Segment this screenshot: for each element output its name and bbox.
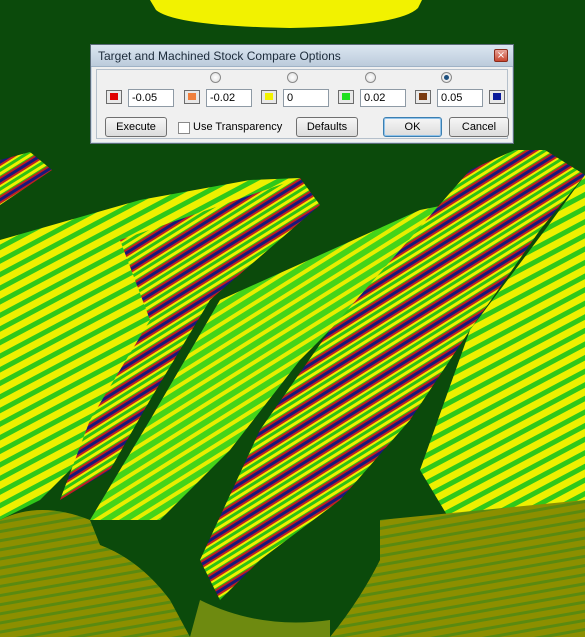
use-transparency-checkbox[interactable] (178, 122, 190, 134)
radio-option-4[interactable] (441, 72, 452, 83)
close-icon: × (496, 50, 506, 61)
ok-button[interactable]: OK (383, 117, 442, 137)
compare-options-dialog: Target and Machined Stock Compare Option… (90, 44, 514, 144)
swatch-4-color (342, 93, 350, 100)
tolerance-field-3[interactable]: 0 (283, 89, 329, 107)
close-button[interactable]: × (494, 49, 508, 62)
color-swatch-1[interactable] (106, 90, 122, 104)
color-swatch-5[interactable] (415, 90, 431, 104)
swatch-2-color (188, 93, 196, 100)
dialog-titlebar[interactable]: Target and Machined Stock Compare Option… (91, 45, 513, 67)
radio-option-3[interactable] (365, 72, 376, 83)
tolerance-field-2[interactable]: -0.02 (206, 89, 252, 107)
color-swatch-4[interactable] (338, 90, 354, 104)
color-swatch-6[interactable] (489, 90, 505, 104)
radio-option-2[interactable] (287, 72, 298, 83)
color-swatch-2[interactable] (184, 90, 200, 104)
cancel-button[interactable]: Cancel (449, 117, 509, 137)
tolerance-field-5[interactable]: 0.05 (437, 89, 483, 107)
dialog-content: -0.05 -0.02 0 0.02 0.05 Execute Use Tran… (96, 69, 509, 139)
swatch-1-color (110, 93, 118, 100)
swatch-5-color (419, 93, 427, 100)
execute-button[interactable]: Execute (105, 117, 167, 137)
defaults-button[interactable]: Defaults (296, 117, 358, 137)
tolerance-field-4[interactable]: 0.02 (360, 89, 406, 107)
swatch-3-color (265, 93, 273, 100)
radio-option-1[interactable] (210, 72, 221, 83)
swatch-6-color (493, 93, 501, 100)
tolerance-field-1[interactable]: -0.05 (128, 89, 174, 107)
color-swatch-3[interactable] (261, 90, 277, 104)
use-transparency-label: Use Transparency (193, 121, 283, 133)
dialog-title: Target and Machined Stock Compare Option… (98, 49, 341, 63)
